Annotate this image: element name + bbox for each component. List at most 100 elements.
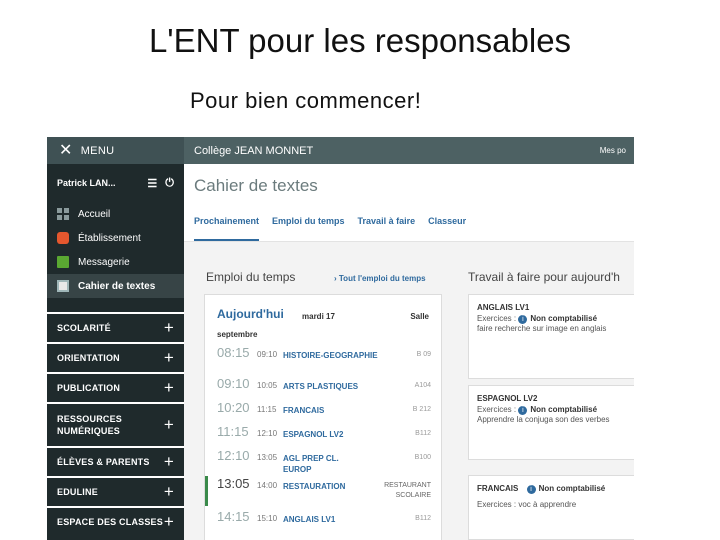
section-label: ORIENTATION	[57, 353, 120, 363]
start-time: 14:15	[217, 509, 250, 524]
sidebar-item-label: Établissement	[78, 232, 141, 244]
month-label: septembre	[217, 330, 258, 339]
section-label: EDULINE	[57, 487, 98, 497]
section-orientation[interactable]: ORIENTATION +	[47, 342, 184, 372]
plus-icon[interactable]: +	[164, 482, 174, 502]
end-time: 09:10	[257, 350, 278, 359]
task-text: faire recherche sur image en anglais	[477, 324, 607, 333]
room: B 09	[416, 351, 431, 358]
task-badge: Non comptabilisé	[530, 405, 598, 414]
today-label: Aujourd'hui	[217, 307, 284, 321]
school-name[interactable]: Collège JEAN MONNET	[194, 145, 313, 157]
all-timetable-link[interactable]: › Tout l'emploi du temps	[334, 274, 426, 283]
task-badge: Non comptabilisé	[538, 484, 606, 493]
timetable-row[interactable]: 10:20 11:15 FRANCAIS B 212	[205, 400, 443, 424]
subject: ESPAGNOL LV2	[283, 430, 344, 439]
room: B100	[414, 454, 431, 461]
tab-travail-a-faire[interactable]: Travail à faire	[358, 200, 416, 241]
task-subject: ESPAGNOL LV2	[477, 394, 538, 403]
plus-icon[interactable]: +	[164, 318, 174, 338]
section-scolarite[interactable]: SCOLARITÉ +	[47, 312, 184, 342]
menu-label: MENU	[80, 144, 115, 157]
subject: FRANCAIS	[283, 406, 325, 415]
task-text: Exercices : voc à apprendre	[477, 500, 577, 509]
close-icon[interactable]: ✕	[59, 142, 73, 159]
task-card[interactable]: ESPAGNOL LV2 Exercices : i Non comptabili…	[468, 385, 634, 460]
timetable-header: Aujourd'hui mardi 17 Salle septembre	[205, 295, 441, 339]
subject: ANGLAIS LV1	[283, 515, 336, 524]
tab-bar: Prochainement Emploi du temps Travail à …	[184, 200, 634, 242]
end-time: 15:10	[257, 514, 278, 523]
task-badge: Non comptabilisé	[530, 314, 598, 323]
tab-emploi-du-temps[interactable]: Emploi du temps	[272, 200, 345, 241]
sidebar-item-messagerie[interactable]: Messagerie	[47, 250, 184, 274]
slide-title: L'ENT pour les responsables	[148, 22, 572, 59]
sidebar-sections: SCOLARITÉ + ORIENTATION + PUBLICATION + RES…	[47, 312, 184, 536]
task-subject: FRANCAIS	[477, 484, 519, 493]
room: RESTAURANT SCOLAIRE	[384, 482, 431, 499]
info-icon: i	[518, 315, 528, 324]
timetable-row[interactable]: 12:10 13:05 AGL PREP CL. EUROP B100	[205, 448, 443, 476]
timetable-row[interactable]: 08:15 09:10 HISTOIRE-GEOGRAPHIE B 09	[205, 345, 443, 373]
task-card[interactable]: FRANCAIS i Non comptabilisé Exercices : v…	[468, 475, 634, 540]
user-bar: Patrick LAN... ☰ ⏻	[47, 164, 184, 202]
section-espace-des-classes[interactable]: ESPACE DES CLASSES +	[47, 506, 184, 536]
top-right-link[interactable]: Mes po	[600, 146, 626, 155]
task-card[interactable]: ANGLAIS LV1 Exercices : i Non comptabilis…	[468, 294, 634, 379]
tab-classeur[interactable]: Classeur	[428, 200, 466, 241]
section-label: ESPACE DES CLASSES	[57, 517, 163, 527]
page-title: Cahier de textes	[184, 164, 634, 200]
room: A104	[414, 382, 431, 389]
section-label: ÉLÈVES & PARENTS	[57, 457, 150, 467]
task-text: Apprendre la conjuga son des verbes	[477, 415, 610, 424]
start-time: 08:15	[217, 345, 250, 360]
settings-sliders-icon[interactable]: ☰	[147, 177, 157, 190]
task-subject: ANGLAIS LV1	[477, 303, 530, 312]
start-time: 10:20	[217, 400, 250, 415]
tasks-title: Travail à faire pour aujourd'h	[468, 270, 620, 284]
house-icon	[57, 232, 69, 244]
end-time: 10:05	[257, 381, 278, 390]
section-eleves-parents[interactable]: ÉLÈVES & PARENTS +	[47, 446, 184, 476]
plus-icon[interactable]: +	[164, 348, 174, 368]
task-label: Exercices :	[477, 405, 517, 414]
start-time: 11:15	[217, 424, 249, 439]
room: B112	[415, 430, 431, 437]
sidebar-item-cahier-de-textes[interactable]: Cahier de textes	[47, 274, 184, 298]
section-eduline[interactable]: EDULINE +	[47, 476, 184, 506]
subject: AGL PREP CL. EUROP	[283, 454, 339, 474]
timetable-row[interactable]: 11:15 12:10 ESPAGNOL LV2 B112	[205, 424, 443, 448]
timetable-row[interactable]: 09:10 10:05 ARTS PLASTIQUES A104	[205, 376, 443, 400]
sidebar-item-accueil[interactable]: Accueil	[47, 202, 184, 226]
tab-prochainement[interactable]: Prochainement	[194, 200, 260, 241]
section-label: SCOLARITÉ	[57, 323, 111, 333]
top-bar: Collège JEAN MONNET Mes po	[184, 137, 634, 164]
timetable-row-current[interactable]: 13:05 14:00 RESTAURATION RESTAURANT SCOL…	[205, 476, 443, 506]
room: B112	[415, 515, 431, 522]
plus-icon[interactable]: +	[164, 512, 174, 532]
section-publication[interactable]: PUBLICATION +	[47, 372, 184, 402]
info-icon: i	[518, 406, 528, 415]
room-header: Salle	[410, 312, 429, 321]
menu-toggle[interactable]: ✕ MENU	[47, 137, 184, 164]
plus-icon[interactable]: +	[164, 452, 174, 472]
sidebar-item-label: Accueil	[78, 208, 111, 220]
plus-icon[interactable]: +	[164, 415, 174, 435]
start-time: 12:10	[217, 448, 250, 463]
user-name[interactable]: Patrick LAN...	[57, 178, 116, 188]
plus-icon[interactable]: +	[164, 378, 174, 398]
timetable-row[interactable]: 14:15 15:10 ANGLAIS LV1 B112	[205, 509, 443, 533]
sidebar-item-etablissement[interactable]: Établissement	[47, 226, 184, 250]
end-time: 11:15	[257, 405, 277, 414]
info-icon: i	[526, 485, 536, 494]
end-time: 13:05	[257, 453, 278, 462]
book-icon	[57, 280, 69, 292]
power-icon[interactable]: ⏻	[165, 177, 174, 190]
main-content: Collège JEAN MONNET Mes po Cahier de tex…	[184, 137, 634, 540]
section-label: RESSOURCES NUMÉRIQUES	[57, 414, 123, 436]
day-label: mardi 17	[302, 312, 335, 321]
slide-subtitle: Pour bien commencer!	[190, 88, 422, 113]
section-label: PUBLICATION	[57, 383, 121, 393]
end-time: 14:00	[257, 481, 278, 490]
section-ressources-numeriques[interactable]: RESSOURCES NUMÉRIQUES +	[47, 402, 184, 446]
